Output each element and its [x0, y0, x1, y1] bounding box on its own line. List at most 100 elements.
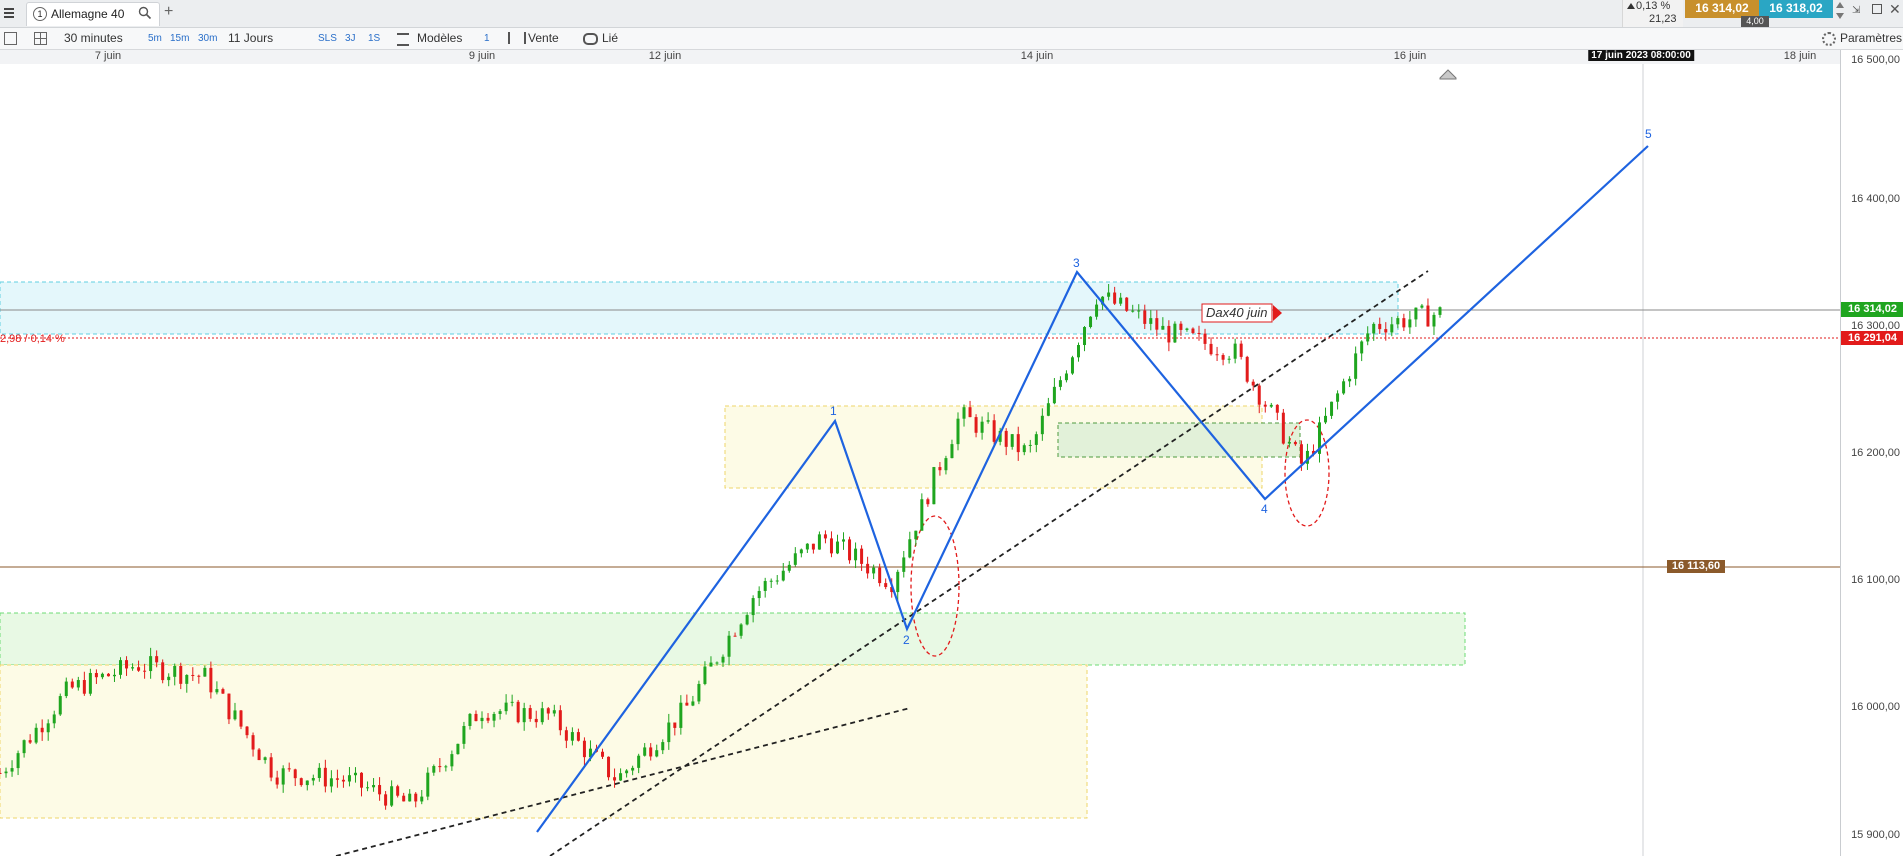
candle-body [341, 779, 345, 782]
candle-body [1221, 355, 1225, 360]
tf-1s-button[interactable]: 1S [368, 31, 380, 46]
candle-body [4, 771, 8, 774]
candle-body [769, 580, 773, 582]
restore-icon[interactable] [1872, 4, 1882, 14]
candle-body [1119, 297, 1123, 304]
candle-body [751, 598, 755, 616]
candle-body [420, 796, 424, 802]
candle-body [82, 680, 86, 694]
candle-body [745, 615, 749, 625]
close-icon[interactable]: ✕ [1889, 1, 1901, 18]
search-icon[interactable] [138, 6, 152, 20]
candle-body [1185, 328, 1189, 330]
templates-icon [397, 33, 409, 46]
candle-body [335, 778, 339, 780]
candle-body [938, 467, 942, 471]
tf-5m-button[interactable]: 5m [148, 31, 162, 46]
candle-body [1432, 314, 1436, 327]
candle-body [10, 768, 14, 772]
candle-body [1040, 415, 1044, 435]
tf-30m-button[interactable]: 30m [198, 31, 217, 46]
price-chart[interactable]: 1 2 3 4 5 Dax40 juin 2,98 / 0,14 % [0, 64, 1840, 856]
date-label: 12 juin [648, 50, 682, 62]
candle-body [1408, 319, 1412, 328]
minimize-icon[interactable]: ⇲ [1852, 5, 1860, 16]
candle-body [1089, 316, 1093, 328]
candle-body [1299, 444, 1303, 464]
candle-body [1245, 356, 1249, 382]
candle-body [0, 772, 2, 774]
gear-icon[interactable] [1822, 32, 1836, 46]
candle-body [311, 777, 315, 781]
settings-button[interactable]: Paramètres [1840, 31, 1902, 46]
change-annotation: 2,98 / 0,14 % [0, 333, 65, 345]
candle-body [293, 769, 297, 779]
candle-body [1173, 323, 1177, 343]
candle-body [1414, 307, 1418, 320]
candle-body [1125, 297, 1129, 311]
tf-15m-button[interactable]: 15m [170, 31, 189, 46]
price-axis[interactable]: 16 500,00 16 400,00 16 300,00 16 200,00 … [1840, 50, 1903, 856]
candle-body [872, 567, 876, 574]
yellow-zone-lower[interactable] [0, 664, 1088, 819]
candle-body [372, 785, 376, 788]
sls-button[interactable]: SLS [318, 31, 337, 46]
candle-body [974, 417, 978, 433]
candles-icon [508, 32, 526, 44]
candle-body [402, 795, 406, 802]
candle-body [727, 635, 731, 657]
sell-button[interactable]: Vente [528, 31, 559, 46]
candle-body [191, 674, 195, 676]
candle-body [64, 681, 68, 697]
candle-body [52, 714, 56, 724]
buy-price-button[interactable]: 16 318,02 [1759, 0, 1833, 18]
candle-body [643, 747, 647, 756]
candle-body [805, 543, 809, 550]
candle-body [884, 583, 888, 588]
candle-body [1197, 332, 1201, 334]
price-tick-label: 16 000,00 [1851, 701, 1900, 713]
candle-body [691, 701, 695, 706]
candle-body [149, 656, 153, 672]
tab-allemagne-40[interactable]: 1 Allemagne 40 [26, 2, 160, 26]
candle-body [781, 570, 785, 581]
chart-canvas[interactable]: 1 2 3 4 5 Dax40 juin 2,98 / 0,14 % [0, 64, 1840, 856]
list-icon[interactable] [4, 32, 17, 45]
period-dropdown[interactable]: 11 Jours [228, 31, 273, 46]
candle-body [233, 710, 237, 720]
hamburger-icon[interactable] [4, 6, 14, 20]
arrow-up-icon[interactable] [1836, 2, 1844, 8]
candle-body [854, 548, 858, 561]
candle-body [360, 772, 364, 788]
candle-body [992, 420, 996, 442]
wave-label-3: 3 [1073, 256, 1080, 270]
date-label: 16 juin [1393, 50, 1427, 62]
candle-body [167, 676, 171, 681]
candle-body [245, 726, 249, 736]
tf-3j-button[interactable]: 3J [345, 31, 356, 46]
candle-body [414, 793, 418, 802]
timeframe-dropdown[interactable]: 30 minutes [64, 31, 123, 46]
candle-body [299, 778, 303, 786]
candle-body [962, 407, 966, 419]
candle-body [269, 757, 273, 778]
wave-label-4: 4 [1261, 502, 1268, 516]
plus-icon[interactable]: + [164, 3, 173, 21]
green-zone-small[interactable] [1057, 422, 1301, 458]
candle-body [510, 701, 514, 703]
green-zone[interactable] [0, 612, 1466, 666]
candle-body [456, 743, 460, 755]
candle-body [1010, 434, 1014, 447]
candle-body [986, 420, 990, 422]
alert-bell-icon[interactable] [1439, 69, 1457, 80]
cyan-zone[interactable] [0, 281, 1399, 335]
candle-body [305, 780, 309, 786]
linked-button[interactable]: Lié [602, 31, 618, 46]
candle-body [799, 549, 803, 554]
layout-icon[interactable] [34, 32, 47, 45]
candle-body [70, 681, 74, 688]
templates-button[interactable]: Modèles [417, 31, 462, 46]
count-button[interactable]: 1 [484, 31, 490, 46]
arrow-down-icon[interactable] [1836, 13, 1844, 19]
wave-label-5: 5 [1645, 127, 1652, 141]
